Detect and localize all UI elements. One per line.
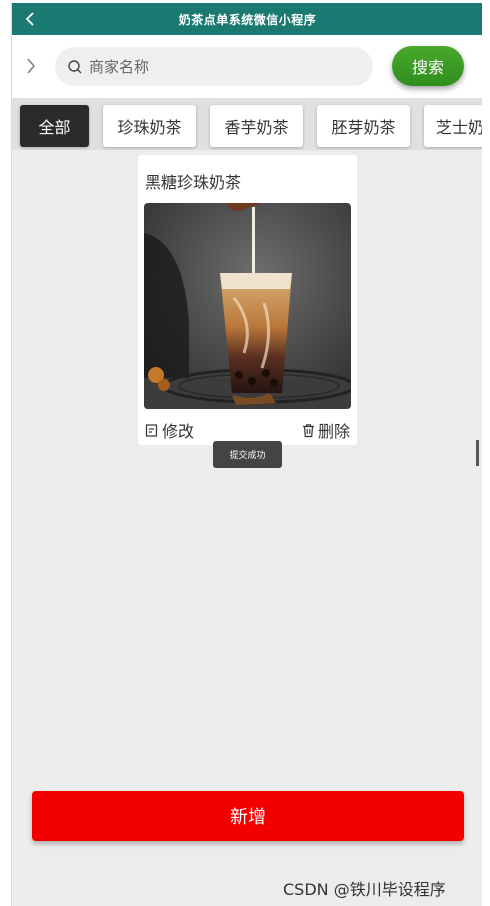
tab-all[interactable]: 全部: [20, 105, 89, 147]
tab-taro-milk-tea[interactable]: 香芋奶茶: [210, 105, 303, 147]
tab-cheese-milk-tea[interactable]: 芝士奶: [424, 105, 482, 147]
add-button[interactable]: 新增: [32, 791, 464, 841]
page-title: 奶茶点单系统微信小程序: [178, 12, 317, 27]
delete-button[interactable]: 删除: [301, 418, 350, 442]
trash-icon: [303, 423, 314, 437]
search-input[interactable]: [89, 57, 349, 76]
title-bar: 奶茶点单系统微信小程序: [12, 3, 482, 35]
edit-icon: [145, 423, 158, 437]
search-bar: 搜索: [12, 35, 482, 98]
edit-button[interactable]: 修改: [145, 418, 194, 442]
search-button[interactable]: 搜索: [392, 46, 464, 86]
product-image[interactable]: [144, 203, 351, 409]
tab-germ-milk-tea[interactable]: 胚芽奶茶: [317, 105, 410, 147]
edit-label: 修改: [162, 422, 195, 441]
delete-label: 删除: [318, 422, 351, 441]
search-icon: [68, 59, 82, 73]
category-tabs: 全部 珍珠奶茶 香芋奶茶 胚芽奶茶 芝士奶: [12, 98, 482, 150]
scrollbar-handle[interactable]: [476, 440, 479, 466]
back-arrow-icon[interactable]: [20, 8, 42, 30]
toast-message: 提交成功: [213, 441, 282, 468]
milk-tea-photo: [144, 203, 351, 409]
chevron-right-icon[interactable]: [24, 55, 38, 77]
mini-program-screen: 奶茶点单系统微信小程序 搜索 全部 珍珠奶茶 香芋奶茶 胚芽奶茶 芝士奶 黑糖珍…: [11, 3, 482, 906]
product-name: 黑糖珍珠奶茶: [145, 173, 242, 192]
watermark-text: CSDN @铁川毕设程序: [283, 880, 446, 899]
product-card[interactable]: 黑糖珍珠奶茶 修改 删除: [138, 155, 357, 445]
search-box[interactable]: [55, 47, 373, 86]
tab-pearl-milk-tea[interactable]: 珍珠奶茶: [103, 105, 196, 147]
